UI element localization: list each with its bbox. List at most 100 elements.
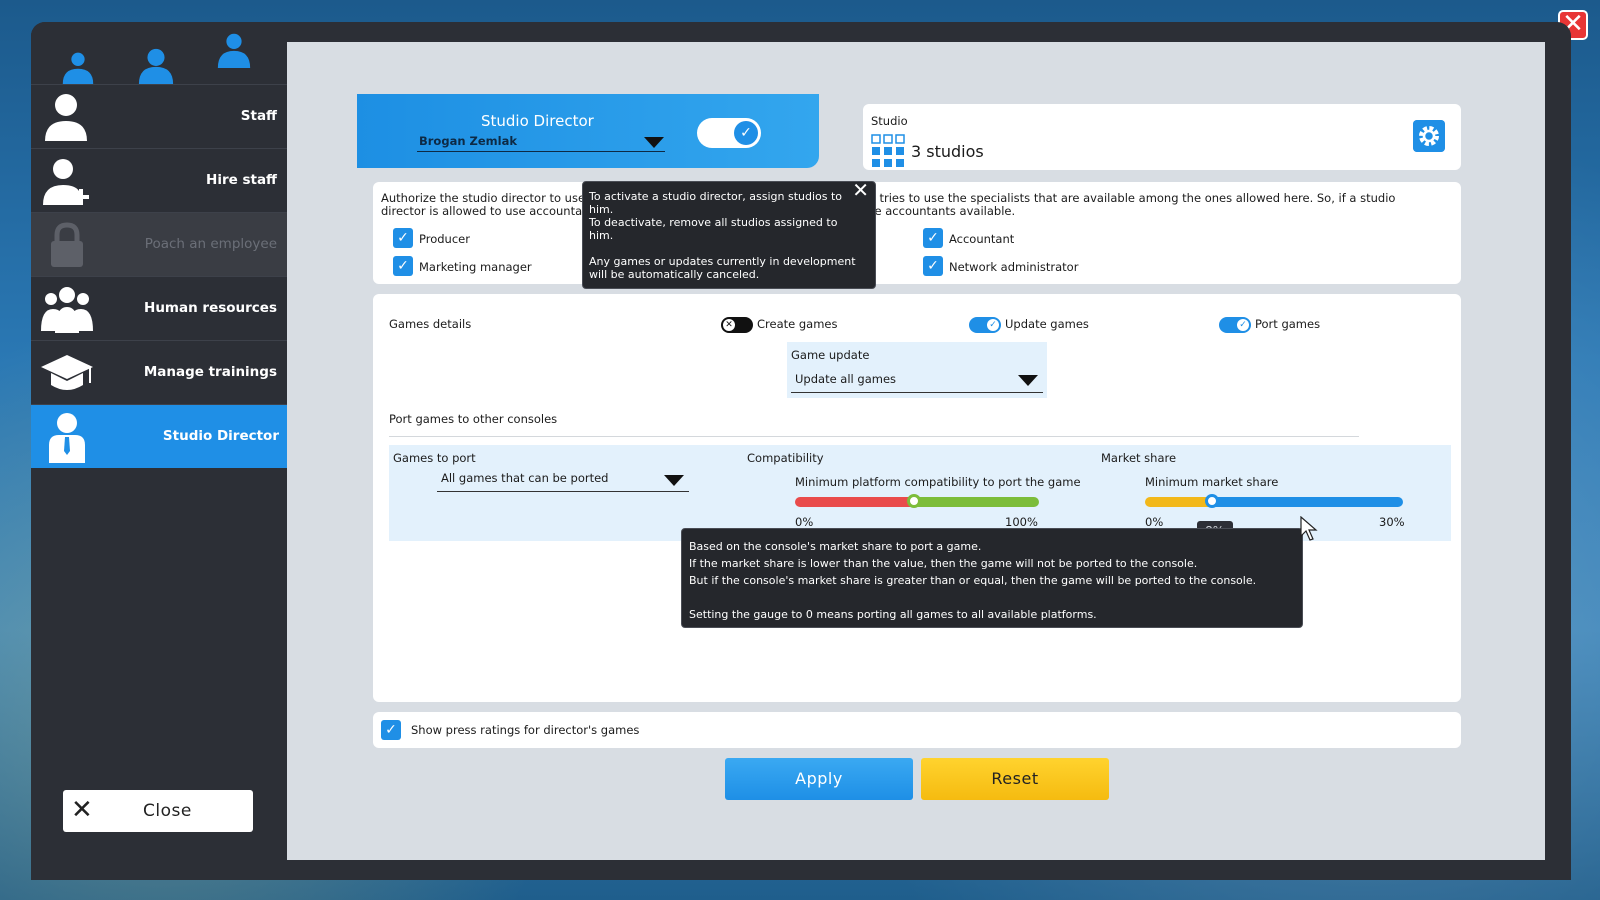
chevron-down-icon[interactable]: [663, 473, 685, 487]
tooltip-line: If the market share is lower than the va…: [689, 557, 1198, 570]
network-admin-checkbox[interactable]: ✓: [923, 256, 943, 276]
director-select-underline: [417, 151, 665, 152]
auth-description: ys tries to use the specialists that are…: [863, 191, 1396, 205]
create-games-label: Create games: [757, 317, 838, 331]
games-details-label: Games details: [389, 317, 472, 331]
gear-icon[interactable]: [1413, 120, 1445, 152]
tooltip-line: Any games or updates currently in develo…: [589, 255, 856, 268]
auth-description: director is allowed to use accountan: [381, 204, 590, 218]
sidebar-item-poach-employee: Poach an employee: [31, 212, 287, 276]
staff-tabs: [31, 22, 287, 84]
game-update-label: Game update: [791, 348, 870, 362]
games-to-port-panel: Games to port All games that can be port…: [389, 445, 743, 541]
press-ratings-row: ✓ Show press ratings for director's game…: [373, 712, 1461, 748]
market-share-slider-track[interactable]: [1145, 497, 1403, 507]
director-enabled-toggle[interactable]: ✓: [697, 118, 761, 148]
games-to-port-value[interactable]: All games that can be ported: [441, 471, 609, 485]
market-share-min: 0%: [1145, 515, 1164, 529]
game-update-select[interactable]: Game update Update all games: [787, 342, 1047, 398]
chevron-down-icon[interactable]: [643, 135, 665, 149]
person-icon: [45, 94, 87, 141]
close-button[interactable]: ✕ Close: [63, 790, 253, 832]
sidebar-item-hire-staff[interactable]: Hire staff: [31, 148, 287, 212]
content-panel: Studio Director Brogan Zemlak ✓ Studio 3…: [287, 42, 1545, 860]
sidebar-item-label: Human resources: [144, 300, 277, 316]
director-card: Studio Director Brogan Zemlak ✓: [357, 94, 819, 168]
network-admin-label: Network administrator: [949, 260, 1079, 274]
tooltip-spacer: [589, 242, 869, 255]
tooltip-line: Based on the console's market share to p…: [689, 540, 982, 553]
games-details-card: Games details ✕ Create games ✓ Update ga…: [373, 294, 1461, 702]
compatibility-panel: Compatibility Minimum platform compatibi…: [743, 445, 1097, 541]
sidebar-item-label: Hire staff: [206, 172, 277, 188]
check-icon: ✓: [1237, 319, 1249, 331]
marketing-manager-label: Marketing manager: [419, 260, 532, 274]
market-share-max: 30%: [1379, 515, 1405, 529]
auth-description: are accountants available.: [863, 204, 1016, 218]
sidebar-item-label: Poach an employee: [144, 236, 277, 252]
press-ratings-label: Show press ratings for director's games: [411, 723, 640, 737]
director-select[interactable]: Brogan Zemlak: [419, 134, 517, 148]
market-share-tooltip: Based on the console's market share to p…: [681, 528, 1303, 628]
tooltip-close-icon[interactable]: ✕: [852, 180, 869, 200]
sidebar: Staff Hire staff Poach an employee Human…: [31, 22, 289, 880]
apply-button[interactable]: Apply: [725, 758, 913, 800]
compatibility-min: 0%: [795, 515, 814, 529]
staff-window: Staff Hire staff Poach an employee Human…: [31, 22, 1571, 880]
sidebar-item-staff[interactable]: Staff: [31, 84, 287, 148]
tooltip-line: him.: [589, 229, 614, 242]
sidebar-item-human-resources[interactable]: Human resources: [31, 276, 287, 340]
tooltip-line: him.: [589, 203, 614, 216]
studio-count: 3 studios: [911, 142, 984, 161]
x-icon: ✕: [723, 319, 735, 331]
tooltip-spacer: [689, 589, 1295, 606]
market-share-slider-handle[interactable]: [1204, 494, 1219, 508]
group-icon: [41, 287, 93, 333]
update-games-label: Update games: [1005, 317, 1089, 331]
accountant-label: Accountant: [949, 232, 1015, 246]
market-share-panel: Market share Minimum market share 0% 30%…: [1097, 445, 1451, 541]
sidebar-item-studio-director[interactable]: Studio Director: [31, 404, 289, 468]
games-to-port-label: Games to port: [393, 451, 476, 465]
create-games-toggle[interactable]: ✕: [721, 317, 753, 333]
director-title: Studio Director: [481, 112, 594, 130]
accountant-checkbox[interactable]: ✓: [923, 228, 943, 248]
sidebar-item-label: Manage trainings: [143, 364, 277, 380]
close-button-label: Close: [143, 801, 192, 821]
studio-label: Studio: [871, 114, 908, 128]
studio-card: Studio 3 studios: [863, 104, 1461, 170]
tooltip-line: To deactivate, remove all studios assign…: [589, 216, 838, 229]
tooltip-line: Setting the gauge to 0 means porting all…: [689, 608, 1097, 621]
market-share-label: Market share: [1101, 451, 1177, 465]
compatibility-slider-handle[interactable]: [907, 494, 921, 508]
tooltip-line: But if the console's market share is gre…: [689, 574, 1257, 587]
select-underline: [437, 491, 689, 492]
tooltip-line: To activate a studio director, assign st…: [589, 190, 843, 203]
sidebar-item-manage-trainings[interactable]: Manage trainings: [31, 340, 287, 404]
graduation-cap-icon: [41, 355, 93, 390]
mouse-cursor-icon: [1300, 516, 1318, 541]
auth-description: Authorize the studio director to use: [381, 191, 586, 205]
game-update-value: Update all games: [795, 372, 897, 386]
lock-icon: [51, 222, 83, 267]
marketing-manager-checkbox[interactable]: ✓: [393, 256, 413, 276]
port-games-toggle[interactable]: ✓: [1219, 317, 1251, 333]
authorized-specialists-card: Authorize the studio director to use dir…: [373, 182, 1461, 284]
press-ratings-checkbox[interactable]: ✓: [381, 720, 401, 740]
update-games-toggle[interactable]: ✓: [969, 317, 1001, 333]
producer-label: Producer: [419, 232, 470, 246]
check-icon: ✓: [734, 121, 758, 145]
director-tooltip: ✕ To activate a studio director, assign …: [582, 180, 876, 289]
producer-checkbox[interactable]: ✓: [393, 228, 413, 248]
divider: [389, 436, 1359, 437]
compatibility-label: Compatibility: [747, 451, 824, 465]
person-tab-icon-2[interactable]: [137, 46, 175, 84]
person-tab-icon-1[interactable]: [59, 46, 97, 84]
game-update-underline: [791, 392, 1043, 393]
person-tab-icon-3[interactable]: [215, 30, 253, 68]
reset-button[interactable]: Reset: [921, 758, 1109, 800]
add-person-icon: [43, 159, 89, 205]
businessman-icon: [49, 413, 85, 463]
tooltip-line: will be automatically canceled.: [589, 268, 760, 281]
check-icon: ✓: [987, 319, 999, 331]
